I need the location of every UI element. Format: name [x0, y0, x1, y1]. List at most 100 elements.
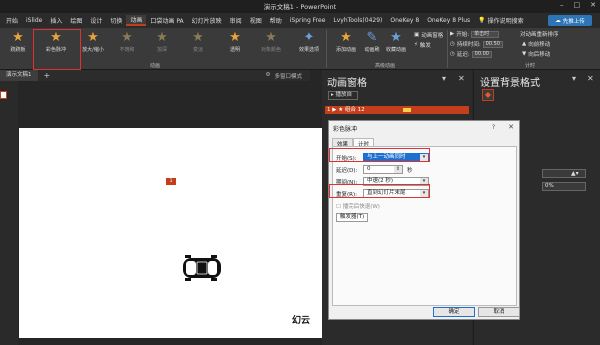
effect-transparency-button[interactable]: ★ 透明: [222, 30, 248, 60]
format-pane-title: 设置背景格式: [480, 78, 540, 89]
maximize-button[interactable]: □: [574, 1, 581, 9]
advanced-animation-group-label: 高级动画: [375, 63, 396, 69]
menu-transitions[interactable]: 切换: [106, 16, 126, 25]
view-mode-toolbar: ⚙ 多窗口模式: [266, 72, 302, 80]
start-row: ▶ 开始: 单击时: [450, 30, 500, 38]
timing-group-label: 计时: [525, 63, 536, 69]
close-icon[interactable]: ✕: [458, 74, 465, 83]
color-picker[interactable]: ▲▾: [542, 169, 586, 178]
timeline-bar: [403, 108, 411, 112]
trigger-button[interactable]: 触发器(T): [336, 213, 368, 222]
effect-object-color-button[interactable]: ★ 对象颜色: [258, 30, 284, 60]
play-icon: ▶: [450, 31, 455, 37]
duration-label: 持续时间:: [456, 42, 481, 48]
effect-grow-shrink-button[interactable]: ★ 放大/缩小: [80, 30, 106, 60]
menu-help[interactable]: 帮助: [266, 16, 286, 25]
menu-lvyhtools[interactable]: LvyhTools(0429): [329, 17, 386, 24]
menu-islide[interactable]: iSlide: [22, 17, 46, 24]
rewind-checkbox[interactable]: ☐ 播完后快退(W): [336, 202, 380, 210]
share-label: 先推上传: [562, 18, 585, 25]
effect-options-icon: ✦: [303, 30, 315, 45]
add-animation-label: 添加动画: [335, 47, 356, 53]
clock-icon: ◷: [450, 51, 455, 57]
document-tab[interactable]: 演示文稿1: [0, 70, 38, 81]
help-button[interactable]: ?: [492, 124, 495, 131]
minimize-button[interactable]: –: [560, 1, 564, 9]
menu-ispring[interactable]: iSpring Free: [286, 17, 330, 24]
delay-label: 延迟:: [456, 52, 470, 58]
star-icon: ★: [265, 30, 277, 45]
menu-home[interactable]: 开始: [2, 16, 22, 25]
checkbox-icon: ☐: [336, 204, 341, 210]
menu-animations[interactable]: 动画: [126, 15, 147, 26]
car-icon[interactable]: [180, 255, 224, 281]
cloud-icon: ☁: [555, 17, 561, 24]
animation-order-badge[interactable]: 1: [166, 178, 176, 185]
animation-pane-label: 动画窗格: [421, 33, 444, 39]
duration-input[interactable]: 00.50: [482, 40, 503, 48]
paintbrush-icon: ✎: [366, 30, 378, 45]
selection-highlight: [33, 29, 81, 70]
timing-tab-body: 开始(S): 与上一动画同时 ▾ 延迟(D): 0 ⇕ 秒 期间(N): 中速(…: [332, 146, 517, 306]
slide-thumbnail[interactable]: [0, 91, 7, 99]
menu-view[interactable]: 视图: [246, 16, 266, 25]
ok-button[interactable]: 确定: [433, 307, 475, 317]
star-icon: ★: [121, 30, 133, 45]
effect-options-button[interactable]: ✦ 效果选项: [296, 30, 322, 60]
tell-me-search[interactable]: 💡 操作说明搜索: [478, 16, 524, 25]
move-later-button[interactable]: ▼ 向后移动: [522, 50, 550, 58]
rewind-label: 播完后快退(W): [342, 204, 380, 210]
effect-darken-button[interactable]: ★ 加深: [149, 30, 175, 60]
share-button[interactable]: ☁ 先推上传: [548, 15, 592, 26]
animation-pane-title: 动画窗格: [327, 78, 367, 89]
menu-insert[interactable]: 插入: [46, 16, 66, 25]
menu-onekey-plus[interactable]: OneKey 8 Plus: [423, 17, 474, 24]
delay-input[interactable]: 00.00: [471, 50, 492, 58]
effect-desaturate-button[interactable]: ★ 不饱和: [114, 30, 140, 60]
menu-design[interactable]: 设计: [86, 16, 106, 25]
close-icon[interactable]: ✕: [587, 74, 594, 83]
animation-group-label: 动画: [150, 63, 161, 69]
effect-label: 不饱和: [119, 47, 135, 53]
dialog-close-button[interactable]: ✕: [508, 123, 514, 131]
save-animation-button[interactable]: ★ 收藏动画: [380, 30, 412, 60]
animation-pane-toggle[interactable]: ▣ 动画窗格: [414, 31, 443, 39]
settings-icon[interactable]: ⚙: [266, 72, 271, 80]
menu-onekey[interactable]: OneKey 8: [386, 17, 423, 24]
paint-bucket-icon[interactable]: ◆: [482, 89, 494, 101]
animation-item-label: 1 ▶ ★ 组合 12: [327, 107, 365, 113]
close-button[interactable]: ✕: [590, 1, 596, 9]
spinner-icon: ⇕: [394, 166, 402, 173]
menu-draw[interactable]: 绘图: [66, 16, 86, 25]
arrow-down-icon: ▼: [522, 51, 527, 57]
slide-thumbnail-panel: [0, 70, 18, 345]
effect-label: 透明: [229, 47, 240, 53]
slide-canvas[interactable]: [19, 128, 322, 338]
effect-seesaw-button[interactable]: ★ 跷跷板: [5, 30, 31, 60]
paint-icon: ▲▾: [571, 170, 579, 177]
effect-label: 加深: [156, 47, 167, 53]
effect-label: 对象颜色: [260, 47, 281, 53]
move-earlier-button[interactable]: ▲ 向前移动: [522, 40, 550, 48]
animation-list-item[interactable]: 1 ▶ ★ 组合 12: [325, 106, 469, 114]
ribbon-divider: [447, 30, 448, 68]
trigger-dropdown[interactable]: ⚡ 触发: [414, 41, 431, 49]
chevron-down-icon[interactable]: ▾: [572, 74, 576, 83]
delay-row: ◷ 延迟: 00.00: [450, 50, 492, 58]
delay-value: 0: [367, 166, 371, 172]
menu-slideshow[interactable]: 幻灯片放映: [188, 16, 226, 25]
multiwindow-label[interactable]: 多窗口模式: [274, 72, 302, 80]
delay-input[interactable]: 0 ⇕: [363, 165, 403, 174]
transparency-input[interactable]: 0%: [542, 182, 586, 191]
chevron-down-icon[interactable]: ▾: [442, 74, 446, 83]
effect-lighten-button[interactable]: ★ 变淡: [185, 30, 211, 60]
new-tab-button[interactable]: +: [44, 71, 51, 80]
play-from-button[interactable]: ▸ 播放自: [328, 91, 358, 100]
slide-text[interactable]: 幻云: [292, 313, 310, 326]
star-icon: ★: [87, 30, 99, 45]
cancel-button[interactable]: 取消: [478, 307, 520, 317]
start-select[interactable]: 单击时: [471, 30, 500, 38]
menu-review[interactable]: 审阅: [226, 16, 246, 25]
menu-pocket-animation[interactable]: 口袋动画 PA: [146, 16, 187, 25]
add-animation-icon: ★: [340, 30, 352, 45]
